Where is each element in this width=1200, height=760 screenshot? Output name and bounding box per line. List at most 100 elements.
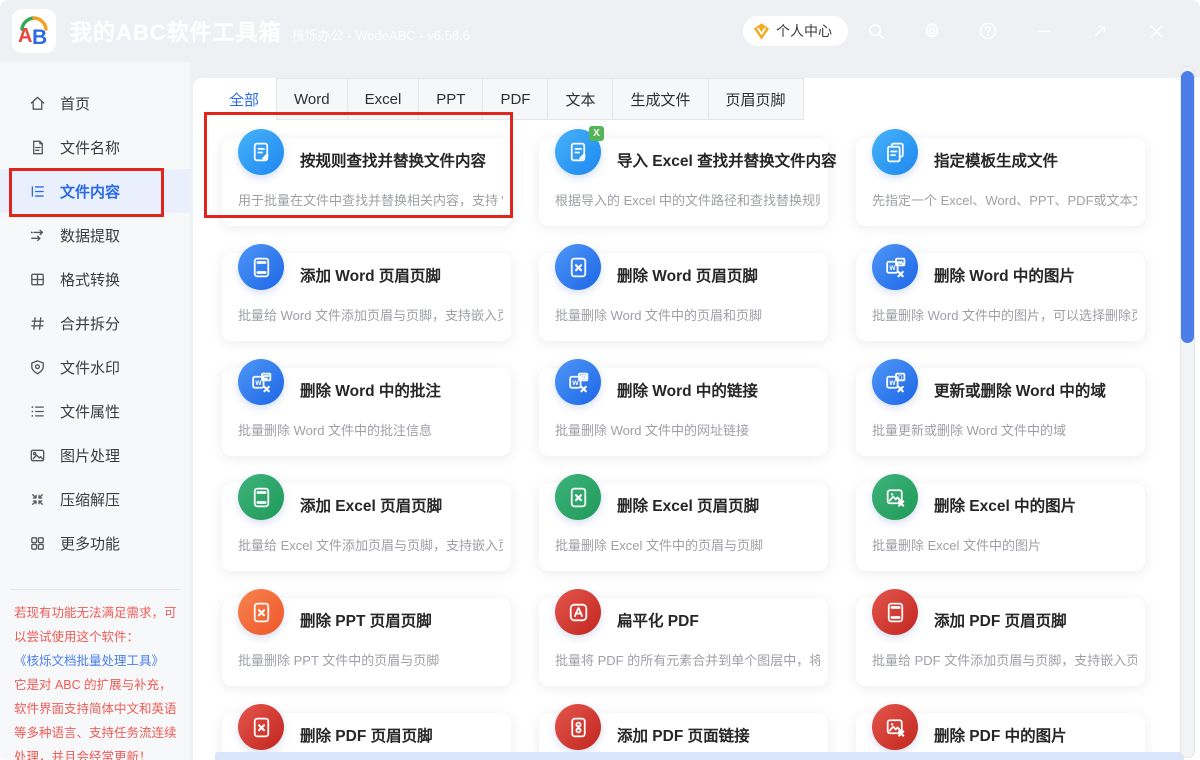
- tool-card-description: 用于批量在文件中查找并替换相关内容，支持 Wor: [238, 190, 503, 209]
- tool-card-8[interactable]: w删除 Word 中的链接批量删除 Word 文件中的网址链接: [539, 368, 828, 456]
- tool-card-title: 添加 Word 页眉页脚: [300, 264, 441, 286]
- pdf-flatten-icon: [555, 589, 601, 635]
- tool-card-title: 扁平化 PDF: [617, 609, 699, 631]
- tool-card-description: 批量删除 Excel 文件中的图片: [872, 535, 1137, 554]
- image-x-icon: [872, 474, 918, 520]
- tool-card-title: 添加 PDF 页眉页脚: [934, 609, 1067, 631]
- tool-card-2[interactable]: X导入 Excel 查找并替换文件内容根据导入的 Excel 中的文件路径和查找…: [539, 138, 828, 226]
- page-header-footer-icon: [872, 589, 918, 635]
- vip-badge-icon: [752, 22, 771, 41]
- tools-grid: 按规则查找并替换文件内容用于批量在文件中查找并替换相关内容，支持 Wor X导入 …: [222, 138, 1200, 760]
- svg-text:w: w: [254, 377, 262, 386]
- settings-gear-icon[interactable]: [904, 11, 960, 51]
- page-x-icon: [555, 474, 601, 520]
- template-copy-icon: [872, 129, 918, 175]
- help-icon[interactable]: [960, 11, 1016, 51]
- tool-card-description: 批量删除 Word 文件中的图片，可以选择删除页眉: [872, 305, 1137, 324]
- svg-text:B: B: [32, 26, 47, 49]
- tool-card-13[interactable]: 删除 PPT 页眉页脚批量删除 PPT 文件中的页眉与页脚: [222, 598, 511, 686]
- footer-tool-link[interactable]: 《核烁文档批量处理工具》: [14, 649, 178, 673]
- tab-5[interactable]: PDF: [482, 78, 548, 120]
- sidebar-item-6[interactable]: 合并拆分: [0, 301, 190, 345]
- image-x-icon: [872, 704, 918, 750]
- doc-edit-icon: X: [555, 129, 601, 175]
- tool-card-description: 先指定一个 Excel、Word、PPT、PDF或文本文件作: [872, 190, 1137, 209]
- close-icon[interactable]: [1128, 11, 1184, 51]
- svg-text:w: w: [888, 262, 896, 271]
- sidebar-item-9[interactable]: 图片处理: [0, 433, 190, 477]
- personal-center-button[interactable]: 个人中心: [743, 16, 848, 46]
- scrollbar-track[interactable]: [1180, 66, 1195, 758]
- sidebar-item-label: 格式转换: [60, 269, 120, 290]
- sidebar-item-label: 文件名称: [60, 137, 120, 158]
- app-subtitle: 核烁办公 - WodeABC - v6.58.6: [292, 25, 470, 44]
- tab-7[interactable]: 生成文件: [612, 78, 708, 120]
- tools-grid-wrap: 按规则查找并替换文件内容用于批量在文件中查找并替换相关内容，支持 Wor X导入 …: [193, 120, 1200, 760]
- footer-note-1: 若现有功能无法满足需求，可以尝试使用这个软件：: [14, 606, 177, 644]
- resize-icon[interactable]: [1072, 11, 1128, 51]
- sidebar-item-10[interactable]: 压缩解压: [0, 477, 190, 521]
- sidebar-item-label: 文件水印: [60, 357, 120, 378]
- svg-text:A: A: [18, 25, 32, 47]
- bottom-edge-strip: [215, 752, 1184, 760]
- content-panel: 全部WordExcelPPTPDF文本生成文件页眉页脚 按规则查找并替换文件内容…: [193, 78, 1200, 760]
- sidebar-item-3[interactable]: 文件内容: [0, 169, 190, 213]
- tab-6[interactable]: 文本: [547, 78, 613, 120]
- tab-2[interactable]: Word: [276, 78, 348, 120]
- tool-card-description: 批量删除 Word 文件中的网址链接: [555, 420, 820, 439]
- sidebar-item-label: 文件内容: [60, 181, 120, 202]
- tool-card-14[interactable]: 扁平化 PDF批量将 PDF 的所有元素合并到单个图层中，将复杂: [539, 598, 828, 686]
- tool-card-title: 更新或删除 Word 中的域: [934, 379, 1106, 401]
- sidebar-item-label: 数据提取: [60, 225, 120, 246]
- category-tabbar: 全部WordExcelPPTPDF文本生成文件页眉页脚: [193, 78, 1200, 120]
- tool-card-3[interactable]: 指定模板生成文件先指定一个 Excel、Word、PPT、PDF或文本文件作: [856, 138, 1145, 226]
- minimize-icon[interactable]: [1016, 11, 1072, 51]
- file-properties-icon: [28, 402, 47, 421]
- sidebar-item-11[interactable]: 更多功能: [0, 521, 190, 565]
- page-header-footer-icon: [238, 474, 284, 520]
- tool-card-5[interactable]: 删除 Word 页眉页脚批量删除 Word 文件中的页眉和页脚: [539, 253, 828, 341]
- footer-note-2: 它是对 ABC 的扩展与补充，软件界面支持简体中文和英语等多种语言、支持任务流连…: [14, 678, 177, 760]
- sidebar-footer: 若现有功能无法满足需求，可以尝试使用这个软件： 《核烁文档批量处理工具》 它是对…: [0, 590, 190, 760]
- page-header-footer-icon: [238, 244, 284, 290]
- app-window: A B 我的ABC软件工具箱 核烁办公 - WodeABC - v6.58.6 …: [0, 0, 1200, 760]
- tool-card-9[interactable]: {}w更新或删除 Word 中的域批量更新或删除 Word 文件中的域: [856, 368, 1145, 456]
- tool-card-description: 批量删除 Word 文件中的页眉和页脚: [555, 305, 820, 324]
- tool-card-15[interactable]: 添加 PDF 页眉页脚批量给 PDF 文件添加页眉与页脚，支持嵌入页码: [856, 598, 1145, 686]
- tool-card-6[interactable]: w删除 Word 中的图片批量删除 Word 文件中的图片，可以选择删除页眉: [856, 253, 1145, 341]
- sidebar-item-4[interactable]: 数据提取: [0, 213, 190, 257]
- tab-4[interactable]: PPT: [418, 78, 483, 120]
- titlebar: A B 我的ABC软件工具箱 核烁办公 - WodeABC - v6.58.6 …: [0, 0, 1200, 62]
- tool-card-description: 批量给 PDF 文件添加页眉与页脚，支持嵌入页码: [872, 650, 1137, 669]
- tool-card-4[interactable]: 添加 Word 页眉页脚批量给 Word 文件添加页眉与页脚，支持嵌入页码: [222, 253, 511, 341]
- sidebar-item-label: 图片处理: [60, 445, 120, 466]
- tool-card-10[interactable]: 添加 Excel 页眉页脚批量给 Excel 文件添加页眉与页脚，支持嵌入页码: [222, 483, 511, 571]
- sidebar-item-1[interactable]: 首页: [0, 81, 190, 125]
- tab-3[interactable]: Excel: [347, 78, 420, 120]
- sidebar-item-8[interactable]: 文件属性: [0, 389, 190, 433]
- excel-badge-icon: X: [589, 126, 604, 141]
- file-content-icon: [28, 182, 47, 201]
- sidebar-item-2[interactable]: 文件名称: [0, 125, 190, 169]
- tool-card-title: 指定模板生成文件: [934, 149, 1058, 171]
- word-image-x-icon: w: [872, 244, 918, 290]
- tool-card-11[interactable]: 删除 Excel 页眉页脚批量删除 Excel 文件中的页眉与页脚: [539, 483, 828, 571]
- search-icon[interactable]: [848, 11, 904, 51]
- tool-card-description: 批量删除 PPT 文件中的页眉与页脚: [238, 650, 503, 669]
- tool-card-12[interactable]: 删除 Excel 中的图片批量删除 Excel 文件中的图片: [856, 483, 1145, 571]
- personal-center-label: 个人中心: [776, 21, 832, 41]
- tool-card-7[interactable]: w删除 Word 中的批注批量删除 Word 文件中的批注信息: [222, 368, 511, 456]
- sidebar-item-label: 压缩解压: [60, 489, 120, 510]
- sidebar-item-5[interactable]: 格式转换: [0, 257, 190, 301]
- sidebar-item-label: 更多功能: [60, 533, 120, 554]
- tab-1[interactable]: 全部: [211, 78, 277, 120]
- sidebar-item-7[interactable]: 文件水印: [0, 345, 190, 389]
- scrollbar-thumb[interactable]: [1181, 71, 1194, 343]
- tool-card-1[interactable]: 按规则查找并替换文件内容用于批量在文件中查找并替换相关内容，支持 Wor: [222, 138, 511, 226]
- svg-text:w: w: [571, 377, 579, 386]
- sidebar-nav: 首页文件名称文件内容数据提取格式转换合并拆分文件水印文件属性图片处理压缩解压更多…: [0, 62, 190, 565]
- tab-8[interactable]: 页眉页脚: [708, 78, 804, 120]
- tool-card-title: 删除 PPT 页眉页脚: [300, 609, 432, 631]
- tool-card-title: 删除 Word 页眉页脚: [617, 264, 758, 286]
- tool-card-description: 批量给 Excel 文件添加页眉与页脚，支持嵌入页码: [238, 535, 503, 554]
